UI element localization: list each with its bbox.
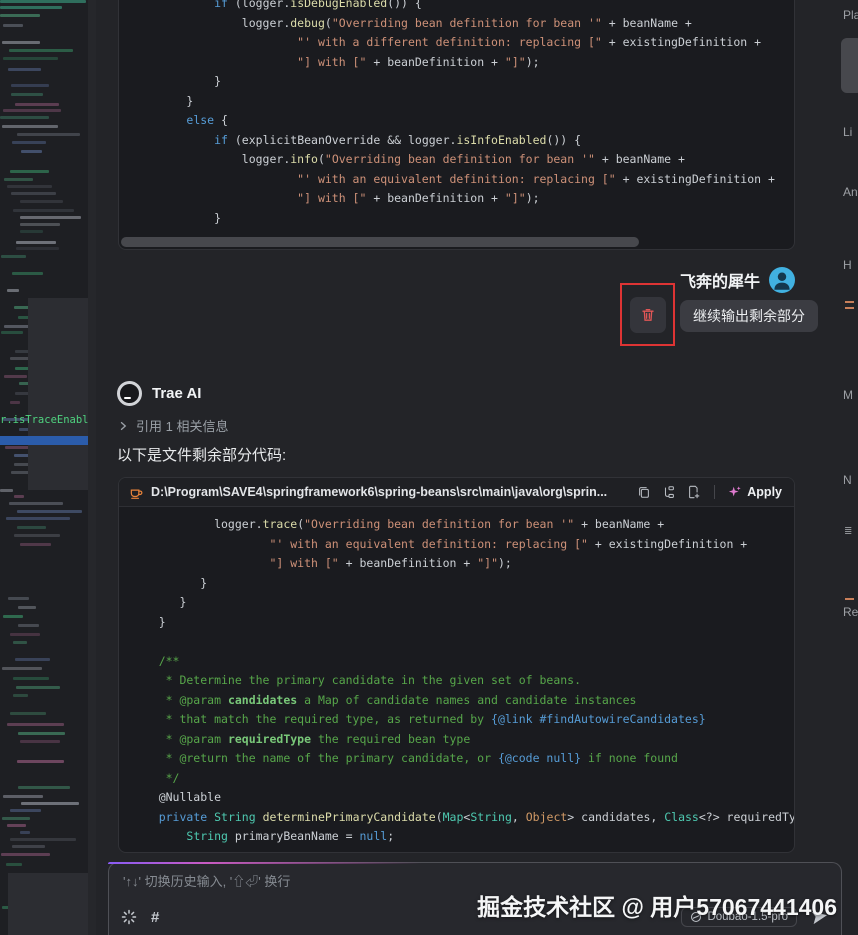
code-line: "' with an equivalent definition: replac…	[131, 535, 782, 555]
editor-code-fragment: r.isTraceEnabled()	[0, 414, 88, 426]
right-rail-label: Pla	[843, 8, 858, 22]
code-line: }	[131, 593, 782, 613]
apply-button[interactable]: Apply	[726, 483, 784, 501]
insert-file-icon	[687, 485, 701, 499]
code-line: * Determine the primary candidate in the…	[131, 671, 782, 691]
code-line: String primaryBeanName = null;	[131, 827, 782, 847]
code-line: logger.info("Overriding bean definition …	[131, 150, 782, 170]
code-line: }	[131, 574, 782, 594]
chevron-right-icon	[117, 420, 129, 432]
code-line: @Nullable	[131, 788, 782, 808]
editor-selection-bar	[0, 436, 88, 445]
rail-glyph: ≣	[844, 526, 852, 537]
right-rail-label: Re	[843, 605, 858, 619]
view-diff-button[interactable]	[660, 483, 678, 501]
code-line: }	[131, 613, 782, 633]
user-message-bubble: 继续输出剩余部分	[680, 300, 818, 332]
horizontal-scrollbar-thumb[interactable]	[121, 237, 639, 247]
chat-input-placeholder: '↑↓' 切换历史输入, '⇧⏎' 换行	[123, 871, 290, 890]
code-content: logger.trace("Overriding bean definition…	[119, 507, 794, 847]
reference-label: 引用 1 相关信息	[136, 416, 228, 435]
code-line: * @param candidates a Map of candidate n…	[131, 691, 782, 711]
editor-hover-panel	[8, 873, 88, 935]
code-line	[131, 632, 782, 652]
right-rail-label: N	[843, 473, 852, 487]
right-scrollbar-thumb[interactable]	[841, 38, 858, 93]
editor-scrollbar-track[interactable]	[88, 0, 96, 935]
rail-tick	[845, 307, 854, 309]
header-divider	[714, 485, 715, 499]
java-cup-icon	[129, 485, 144, 500]
hash-context-button[interactable]: #	[151, 909, 159, 926]
code-line: "] with [" + beanDefinition + "]");	[131, 53, 782, 73]
code-line: }	[131, 92, 782, 112]
code-line: logger.trace("Overriding bean definition…	[131, 515, 782, 535]
code-line: if (logger.isDebugEnabled()) {	[131, 0, 782, 14]
code-line: else {	[131, 111, 782, 131]
copy-code-button[interactable]	[635, 483, 653, 501]
user-message-text: 继续输出剩余部分	[693, 308, 805, 324]
watermark: 掘金技术社区 @ 用户57067441406	[477, 888, 837, 922]
app-window: r.isTraceEnabled() if (logger.isDebugEna…	[0, 0, 858, 935]
right-rail-label: An	[843, 185, 858, 199]
code-line: "' with a different definition: replacin…	[131, 33, 782, 53]
code-line: /**	[131, 652, 782, 672]
spark-burst-icon	[121, 909, 137, 925]
right-rail-label: H	[843, 258, 852, 272]
trae-ai-logo	[117, 381, 142, 406]
assistant-name: Trae AI	[152, 385, 201, 402]
insert-code-button[interactable]	[685, 483, 703, 501]
person-icon	[769, 267, 795, 293]
editor-hover-panel	[28, 298, 88, 490]
reference-toggle[interactable]: 引用 1 相关信息	[117, 416, 228, 435]
copy-icon	[637, 485, 651, 499]
delete-message-button[interactable]	[630, 297, 666, 333]
code-line: if (explicitBeanOverride && logger.isInf…	[131, 131, 782, 151]
code-line: "' with an equivalent definition: replac…	[131, 170, 782, 190]
rail-tick	[845, 301, 854, 303]
annotation-highlight-box	[620, 283, 675, 346]
code-line: * @param requiredType the required bean …	[131, 730, 782, 750]
rail-tick	[845, 598, 854, 600]
right-rail-label: Li	[843, 125, 852, 139]
code-content: if (logger.isDebugEnabled()) { logger.de…	[119, 0, 794, 228]
code-block-header: D:\Program\SAVE4\springframework6\spring…	[119, 478, 794, 507]
user-message-header: 飞奔的犀牛	[680, 267, 795, 293]
code-line: "] with [" + beanDefinition + "]");	[131, 554, 782, 574]
background-editor-strip: r.isTraceEnabled()	[0, 0, 88, 935]
assistant-header: Trae AI	[117, 381, 201, 406]
assistant-intro-text: 以下是文件剩余部分代码:	[117, 444, 286, 465]
list-tree-icon	[662, 485, 676, 499]
code-block: if (logger.isDebugEnabled()) { logger.de…	[118, 0, 795, 250]
code-line: logger.debug("Overriding bean definition…	[131, 14, 782, 34]
code-line: */	[131, 769, 782, 789]
code-line: * that match the required type, as retur…	[131, 710, 782, 730]
trash-icon	[640, 307, 656, 323]
file-path: D:\Program\SAVE4\springframework6\spring…	[151, 485, 628, 499]
code-line: private String determinePrimaryCandidate…	[131, 808, 782, 828]
sparkle-icon	[728, 485, 742, 499]
code-line: }	[131, 72, 782, 92]
user-avatar[interactable]	[769, 267, 795, 293]
user-name: 飞奔的犀牛	[680, 268, 760, 292]
apply-label: Apply	[747, 485, 782, 499]
right-rail: ≣ Pla Li An H M N Re	[838, 0, 858, 935]
code-line: }	[131, 209, 782, 229]
code-block-with-header: D:\Program\SAVE4\springframework6\spring…	[118, 477, 795, 853]
spark-burst-button[interactable]	[121, 909, 137, 925]
right-rail-label: M	[843, 388, 853, 402]
code-line: "] with [" + beanDefinition + "]");	[131, 189, 782, 209]
code-line: * @return the name of the primary candid…	[131, 749, 782, 769]
